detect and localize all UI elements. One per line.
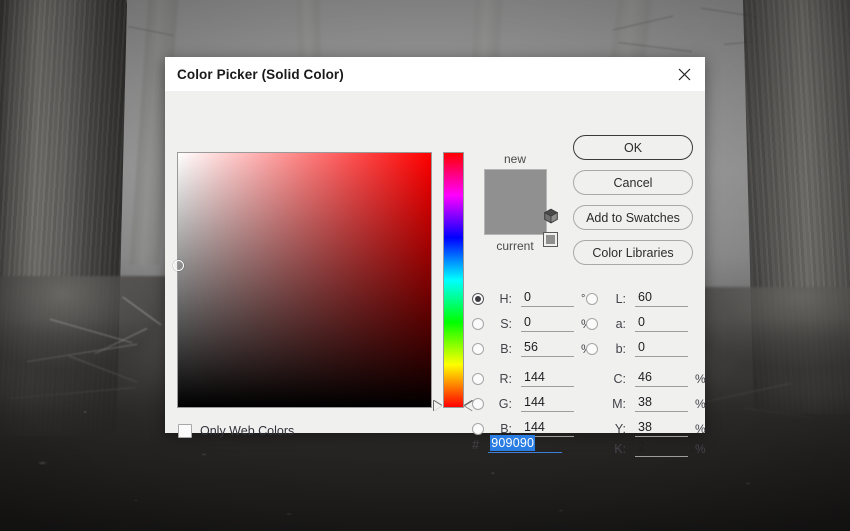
hue-slider-strip[interactable]	[443, 152, 464, 408]
hex-value-text: 909090	[490, 435, 536, 451]
unit-black: %	[695, 441, 706, 456]
hex-input[interactable]: 909090	[488, 435, 563, 453]
label-saturation: S:	[500, 316, 512, 331]
radio-lab-a[interactable]	[586, 317, 598, 330]
label-hue: H:	[499, 291, 513, 306]
radio-green[interactable]	[472, 397, 484, 410]
label-yellow: Y:	[614, 421, 626, 436]
input-lab-a[interactable]: 0	[635, 315, 688, 332]
websafe-color-swatch[interactable]	[543, 232, 558, 247]
cube-icon[interactable]	[543, 208, 559, 224]
field-row-lab-l: L: 60	[586, 289, 688, 308]
hex-field-row: # 909090	[472, 435, 563, 453]
unit-yellow: %	[695, 421, 706, 436]
input-brightness[interactable]: 56	[521, 340, 574, 357]
field-row-red: R: 144	[472, 369, 574, 388]
radio-lab-l[interactable]	[586, 292, 598, 305]
sb-field-marker[interactable]	[173, 259, 184, 271]
radio-hue[interactable]	[472, 292, 484, 305]
saturation-brightness-field[interactable]	[173, 152, 432, 408]
gamut-indicator-group	[543, 208, 561, 247]
label-blue: B:	[500, 421, 512, 436]
input-cyan[interactable]: 46	[635, 370, 688, 387]
dialog-button-column: OK Cancel Add to Swatches Color Librarie…	[573, 135, 693, 275]
radio-red[interactable]	[472, 372, 484, 385]
new-color-swatch[interactable]	[483, 169, 547, 235]
label-green: G:	[498, 396, 512, 411]
close-button[interactable]	[663, 57, 705, 91]
field-row-cyan: C: 46 %	[586, 369, 706, 388]
only-web-colors-label: Only Web Colors	[200, 424, 295, 438]
hex-hash-label: #	[472, 436, 480, 452]
ok-button[interactable]: OK	[573, 135, 693, 160]
hue-slider-handle-left[interactable]	[434, 401, 442, 411]
input-hue[interactable]: 0	[521, 290, 574, 307]
input-lab-l[interactable]: 60	[635, 290, 688, 307]
dialog-body: Only Web Colors new current OK Cancel Ad…	[165, 91, 706, 457]
unit-cyan: %	[695, 371, 706, 386]
radio-saturation[interactable]	[472, 317, 484, 330]
input-red[interactable]: 144	[521, 370, 574, 387]
field-row-brightness: B: 56 %	[472, 339, 592, 358]
checkbox-box-icon	[178, 424, 192, 438]
radio-lab-b[interactable]	[586, 342, 598, 355]
label-brightness: B:	[500, 341, 512, 356]
field-row-hue: H: 0 °	[472, 289, 585, 308]
field-row-magenta: M: 38 %	[586, 394, 706, 413]
input-saturation[interactable]: 0	[521, 315, 574, 332]
new-color-label: new	[503, 152, 526, 166]
field-row-black: K: 2 %	[586, 439, 706, 458]
dialog-titlebar: Color Picker (Solid Color)	[165, 57, 705, 91]
color-picker-dialog: Color Picker (Solid Color) Only Web Colo…	[165, 57, 706, 457]
label-red: R:	[499, 371, 513, 386]
unit-magenta: %	[695, 396, 706, 411]
field-row-green: G: 144	[472, 394, 574, 413]
field-row-yellow: Y: 38 %	[586, 419, 706, 438]
label-lab-b: b:	[615, 341, 626, 356]
input-black[interactable]: 2	[635, 440, 688, 457]
label-lab-l: L:	[615, 291, 626, 306]
label-black: K:	[614, 441, 626, 456]
websafe-swatch-fill	[546, 235, 555, 244]
unit-hue: °	[581, 292, 586, 305]
sb-black-ramp	[178, 153, 431, 407]
only-web-colors-checkbox[interactable]: Only Web Colors	[178, 424, 294, 438]
label-magenta: M:	[612, 396, 626, 411]
color-libraries-button[interactable]: Color Libraries	[573, 240, 693, 265]
input-green[interactable]: 144	[521, 395, 574, 412]
close-icon	[678, 68, 690, 80]
field-row-lab-a: a: 0	[586, 314, 688, 333]
field-row-saturation: S: 0 %	[472, 314, 592, 333]
radio-blue[interactable]	[472, 422, 484, 435]
field-row-lab-b: b: 0	[586, 339, 688, 358]
dialog-title: Color Picker (Solid Color)	[177, 66, 344, 82]
input-magenta[interactable]: 38	[635, 395, 688, 412]
cancel-button[interactable]: Cancel	[573, 170, 693, 195]
label-cyan: C:	[613, 371, 627, 386]
radio-brightness[interactable]	[472, 342, 484, 355]
add-to-swatches-button[interactable]: Add to Swatches	[573, 205, 693, 230]
input-lab-b[interactable]: 0	[635, 340, 688, 357]
input-yellow[interactable]: 38	[635, 420, 688, 437]
label-lab-a: a:	[615, 316, 626, 331]
